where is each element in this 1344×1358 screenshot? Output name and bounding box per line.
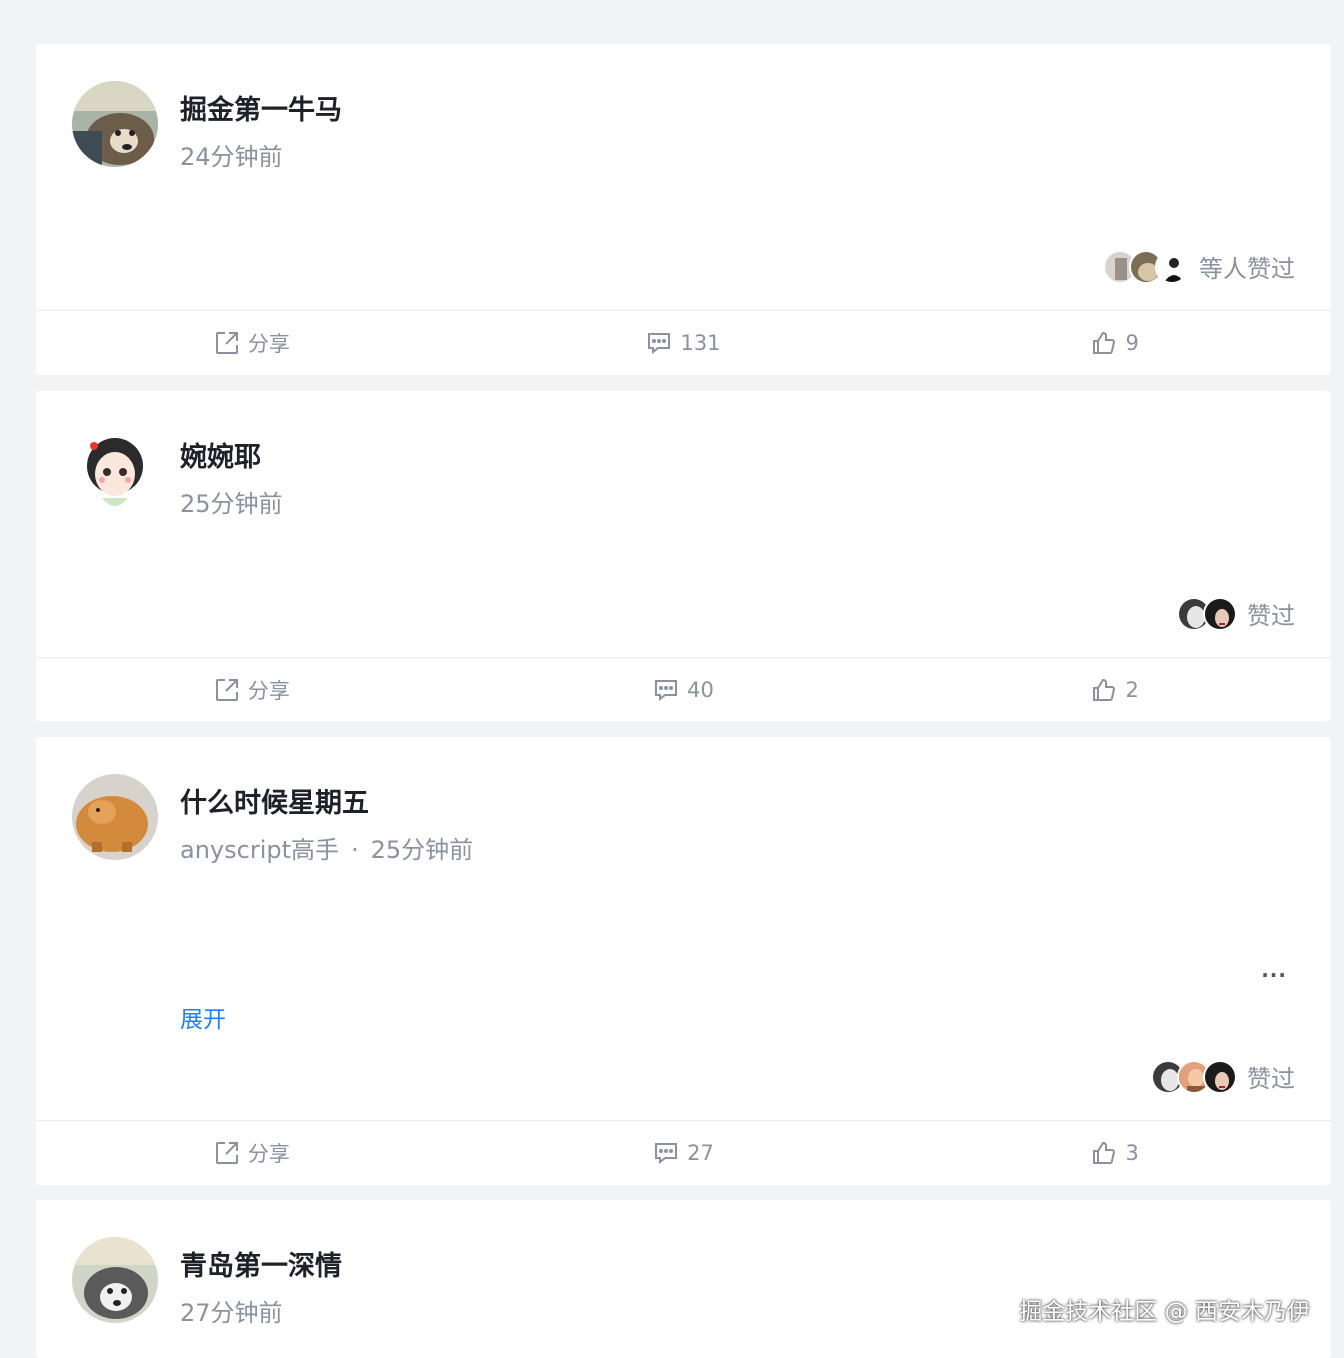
avatar[interactable] (72, 428, 158, 514)
comment-count: 27 (687, 1141, 714, 1165)
action-bar: 分享 40 2 (36, 658, 1331, 722)
likers-label: 赞过 (1247, 1065, 1295, 1093)
post-time: 25分钟前 (180, 490, 283, 518)
post-card: 掘金第一牛马 24分钟前 等人赞过 分享 131 9 (36, 44, 1331, 375)
like-button[interactable]: 3 (899, 1121, 1331, 1185)
likers-row[interactable]: 等人赞过 (1103, 249, 1295, 284)
share-label: 分享 (247, 332, 290, 356)
thumbs-up-icon (1093, 331, 1116, 354)
share-label: 分享 (247, 1142, 290, 1166)
author-title: anyscript高手 (180, 836, 339, 864)
like-button[interactable]: 9 (899, 311, 1331, 375)
thumbs-up-icon (1093, 678, 1116, 701)
post-meta: anyscript高手 · 25分钟前 (180, 830, 473, 865)
post-time: 27分钟前 (180, 1299, 283, 1327)
likers-row[interactable]: 赞过 (1177, 596, 1295, 631)
share-button[interactable]: 分享 (36, 311, 468, 375)
like-count: 2 (1125, 678, 1139, 702)
comment-count: 40 (687, 678, 714, 702)
comment-icon (655, 1143, 678, 1165)
like-count: 9 (1125, 331, 1139, 355)
comment-icon (655, 680, 678, 702)
share-icon (215, 332, 238, 354)
meta-separator: · (351, 836, 359, 864)
action-bar: 分享 27 3 (36, 1121, 1331, 1185)
like-button[interactable]: 2 (899, 658, 1331, 722)
share-icon (215, 1142, 238, 1164)
liker-avatar (1203, 1059, 1237, 1094)
share-label: 分享 (247, 679, 290, 703)
likers-row[interactable]: 赞过 (1151, 1059, 1295, 1094)
post-card: 青岛第一深情 27分钟前 (36, 1200, 1331, 1358)
liker-avatar (1155, 249, 1189, 284)
share-button[interactable]: 分享 (36, 658, 468, 722)
likers-label: 等人赞过 (1199, 255, 1295, 283)
comment-count: 131 (680, 331, 721, 355)
avatar[interactable] (72, 81, 158, 167)
liker-avatar (1203, 596, 1237, 631)
post-card: 什么时候星期五 anyscript高手 · 25分钟前 ··· 展开 赞过 分享 2… (36, 737, 1331, 1185)
avatar[interactable] (72, 774, 158, 860)
expand-link[interactable]: 展开 (180, 1000, 226, 1034)
thumbs-up-icon (1093, 1141, 1116, 1164)
post-time: 25分钟前 (370, 836, 474, 864)
post-time: 24分钟前 (180, 143, 283, 171)
like-count: 3 (1125, 1141, 1139, 1165)
author-name[interactable]: 婉婉耶 (180, 435, 261, 474)
author-name[interactable]: 青岛第一深情 (180, 1244, 342, 1283)
post-card: 婉婉耶 25分钟前 赞过 分享 40 2 (36, 391, 1331, 721)
comment-icon (648, 333, 671, 355)
action-bar: 分享 131 9 (36, 311, 1331, 375)
comment-button[interactable]: 27 (468, 1121, 900, 1185)
watermark: 掘金技术社区 @ 西安木乃伊 (1019, 1299, 1310, 1325)
share-button[interactable]: 分享 (36, 1121, 468, 1185)
avatar[interactable] (72, 1237, 158, 1323)
share-icon (215, 679, 238, 701)
author-name[interactable]: 什么时候星期五 (180, 781, 369, 820)
likers-label: 赞过 (1247, 602, 1295, 630)
comment-button[interactable]: 131 (468, 311, 900, 375)
comment-button[interactable]: 40 (468, 658, 900, 722)
more-options-button[interactable]: ··· (1261, 963, 1287, 987)
author-name[interactable]: 掘金第一牛马 (180, 88, 342, 127)
